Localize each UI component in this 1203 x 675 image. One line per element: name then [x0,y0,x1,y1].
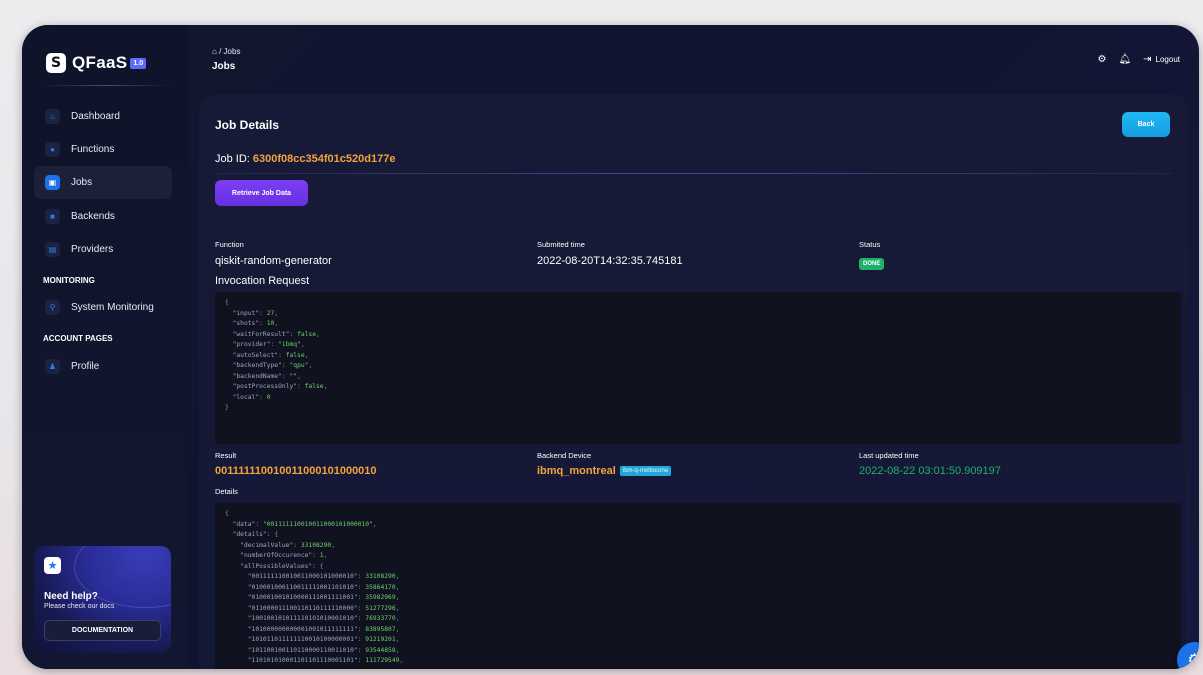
sidebar-item-label: Dashboard [71,111,120,122]
status-label: Status [859,240,881,249]
code-line: "backendType": "qpu", [232,362,313,369]
home-icon: ⌂ [45,109,60,124]
result-value: 001111110010011000101000010 [215,465,377,477]
sidebar-item-label: Jobs [71,177,93,188]
code-line: "provider": "ibmq", [232,341,305,348]
code-line: "010001000110011111001101010": 35864170, [247,583,400,591]
code-line: "110101010001101101110001101": 111729549… [247,657,404,664]
sidebar-item-label: Providers [71,244,114,255]
top-actions: ⚙ 🔔︎ ⇥ Logout [1085,54,1180,65]
details-label: Details [215,487,238,496]
code-line: "shots": 10, [232,320,279,327]
help-subtitle: Please check our docs [44,603,115,610]
retrieve-job-data-button[interactable]: Retrieve Job Data [215,180,308,206]
job-id: Job ID: 6300f08cc354f01c520d177e [215,153,395,165]
providers-icon: ▤ [45,242,60,257]
sidebar-item-jobs[interactable]: ▣ Jobs [34,166,172,199]
code-line: "010001001010000111001111001": 35982969, [247,594,400,601]
code-line: "postProcessOnly": false, [232,383,328,390]
sidebar-item-label: Functions [71,144,115,155]
code-line: "decimalValue": 33108290, [240,541,335,549]
code-line: "data": "001111110010011000101000010", [232,520,377,528]
app-window: S QFaaS 1.0 ⌂ Dashboard ● Functions ▣ Jo… [22,25,1199,669]
job-id-value: 6300f08cc354f01c520d177e [252,153,396,165]
result-label: Result [215,451,237,460]
code-line: "numberOfOccurence": 1, [240,552,328,559]
code-line: { [225,510,229,517]
code-line: "001111110010011000101000010": 33108290, [247,573,400,580]
jobs-icon: ▣ [45,175,60,190]
details-code-block: { "data": "001111110010011000101000010",… [215,503,1181,669]
invocation-code-block: { "input": 27, "shots": 10, "waitForResu… [215,292,1181,444]
star-icon: ★ [44,557,61,574]
device-name: ibmq_montreal [537,465,616,477]
code-line: "101100100110110000110011010": 93544858, [247,646,400,654]
sidebar-divider [42,85,170,86]
code-line: "input": 27, [232,309,279,317]
device-label: Backend Device [537,451,592,460]
section-title-account: ACCOUNT PAGES [43,334,113,343]
monitoring-icon: ⚲ [45,300,60,315]
back-button[interactable]: Back [1122,112,1170,137]
code-line: "011000011100110110111110000": 51277296, [247,604,400,612]
function-label: Function [215,240,244,249]
code-line: "101000000000001001011111111": 83895807, [247,625,400,633]
code-line: } [225,404,229,411]
job-id-label: Job ID: [215,153,250,165]
sidebar-item-system-monitoring[interactable]: ⚲ System Monitoring [34,291,172,324]
function-value: qiskit-random-generator [215,255,332,267]
sidebar-item-label: System Monitoring [71,302,154,313]
status-badge: DONE [859,258,885,270]
documentation-button[interactable]: DOCUMENTATION [44,620,161,641]
job-details-card: Job Details Back Job ID: 6300f08cc354f01… [200,95,1187,669]
gear-icon: ⚙ [1187,651,1199,669]
logout-icon[interactable]: ⇥ [1143,54,1151,65]
profile-icon: ♟ [45,359,60,374]
bell-icon[interactable]: 🔔︎ [1118,54,1131,65]
logo-icon: S [46,53,66,73]
updated-label: Last updated time [859,451,919,460]
code-line: "101011011111110010100000001": 91219201, [247,636,400,643]
gear-icon[interactable]: ⚙ [1097,54,1106,65]
submitted-label: Submited time [537,240,585,249]
code-line: "waitForResult": false, [232,330,320,338]
code-line: "local": 0 [232,393,271,401]
breadcrumb-current: Jobs [223,47,241,56]
help-card: ★ Need help? Please check our docs DOCUM… [34,546,171,653]
sidebar-item-functions[interactable]: ● Functions [34,133,172,166]
invocation-label: Invocation Request [215,275,310,287]
backends-icon: ■ [45,209,60,224]
code-line: { [225,299,229,306]
sidebar-item-providers[interactable]: ▤ Providers [34,233,172,266]
logout-link[interactable]: Logout [1156,55,1180,64]
logo-text: QFaaS [72,53,128,72]
code-line: "details": { [232,531,279,538]
updated-value: 2022-08-22 03:01:50.909197 [859,465,1001,477]
code-line: "allPossibleValues": { [240,562,324,570]
device-tag: ibm-q-melbourne [619,466,672,476]
sidebar: S QFaaS 1.0 ⌂ Dashboard ● Functions ▣ Jo… [22,25,188,669]
sidebar-item-label: Profile [71,361,100,372]
code-line: "100100101011110101010001010": 76933770, [247,615,400,622]
page-title: Jobs [212,61,236,72]
home-icon[interactable]: ⌂ [212,47,217,56]
breadcrumb-separator: / [219,47,222,56]
sidebar-item-backends[interactable]: ■ Backends [34,200,172,233]
version-badge: 1.0 [130,57,147,69]
sidebar-item-dashboard[interactable]: ⌂ Dashboard [34,100,172,133]
code-line: "backendName": "", [232,372,301,380]
device-value: ibmq_montreal ibm-q-melbourne [537,465,672,477]
sidebar-item-profile[interactable]: ♟ Profile [34,350,172,383]
card-divider [215,173,1172,174]
section-title-monitoring: MONITORING [43,276,95,285]
breadcrumb: ⌂ / Jobs [212,47,240,56]
functions-icon: ● [45,142,60,157]
submitted-value: 2022-08-20T14:32:35.745181 [537,255,683,267]
logo[interactable]: S QFaaS 1.0 [46,53,147,73]
help-title: Need help? [44,591,98,602]
sidebar-item-label: Backends [71,211,115,222]
code-line: "autoSelect": false, [232,351,309,359]
card-title: Job Details [215,118,280,132]
